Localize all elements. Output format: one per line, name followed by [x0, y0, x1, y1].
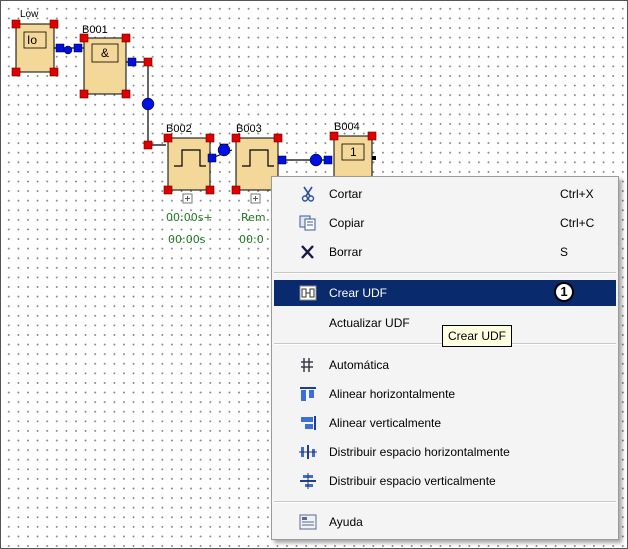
menu-item-label: Ayuda	[329, 515, 363, 529]
block-b003-name: B003	[236, 123, 262, 135]
menu-item-label: Crear UDF	[329, 286, 388, 300]
menu-item-label: Distribuir espacio verticalmente	[329, 474, 496, 488]
distribute-vertical-icon	[300, 473, 316, 489]
menu-item-shortcut: S	[560, 245, 569, 259]
and-symbol: &	[101, 46, 110, 60]
menu-item-align-vertical[interactable]: Alinear verticalmente	[274, 410, 616, 436]
menu-item-label: Alinear verticalmente	[329, 416, 442, 430]
or-symbol: 1	[350, 145, 357, 159]
menu-item-align-horizontal[interactable]: Alinear horizontalmente	[274, 381, 616, 407]
menu-item-label: Copiar	[329, 216, 365, 230]
menu-item-cut[interactable]: Cortar Ctrl+X	[274, 181, 616, 207]
menu-item-delete[interactable]: Borrar S	[274, 239, 616, 265]
block-b001-name: B001	[82, 24, 108, 36]
menu-item-label: Cortar	[329, 187, 363, 201]
auto-layout-icon	[301, 358, 313, 372]
menu-item-automatic[interactable]: Automática	[274, 352, 616, 378]
help-icon	[299, 514, 317, 530]
io-label: Io	[27, 33, 38, 47]
menu-item-label: Actualizar UDF	[329, 316, 410, 330]
menu-item-label: Automática	[329, 358, 390, 372]
b003-param-line1: Rem	[241, 211, 266, 224]
menu-item-shortcut: Ctrl+C	[560, 216, 595, 230]
block-b004-name: B004	[334, 121, 360, 133]
low-label: Low	[20, 9, 39, 20]
menu-separator	[274, 272, 616, 274]
step-number-badge: 1	[554, 282, 574, 302]
menu-item-distribute-horizontal[interactable]: Distribuir espacio horizontalmente	[274, 439, 616, 465]
menu-item-label: Distribuir espacio horizontalmente	[329, 445, 510, 459]
b003-param-line2: 00:0	[239, 233, 264, 246]
block-b002-timer[interactable]	[167, 137, 211, 191]
delete-x-icon	[301, 245, 314, 259]
b002-param-line1: 00:00s+	[166, 211, 213, 224]
menu-item-create-udf[interactable]: Crear UDF 1	[274, 280, 616, 306]
distribute-horizontal-icon	[299, 445, 317, 459]
input-block-io[interactable]	[15, 23, 55, 73]
context-menu: Cortar Ctrl+X Copiar Ctrl+C Borrar S Cre…	[271, 176, 619, 540]
menu-item-label: Alinear horizontalmente	[329, 387, 456, 401]
udf-icon	[299, 285, 317, 301]
b002-param-line2: 00:00s	[168, 233, 206, 246]
expand-icons[interactable]	[182, 193, 261, 204]
block-b002-name: B002	[166, 123, 192, 135]
align-vertical-icon	[301, 416, 316, 430]
menu-item-distribute-vertical[interactable]: Distribuir espacio verticalmente	[274, 468, 616, 494]
scissors-icon	[301, 186, 315, 202]
tooltip: Crear UDF	[442, 325, 513, 347]
copy-icon	[299, 215, 316, 231]
menu-item-shortcut: Ctrl+X	[560, 187, 594, 201]
menu-item-copy[interactable]: Copiar Ctrl+C	[274, 210, 616, 236]
align-horizontal-icon	[300, 387, 316, 401]
menu-item-label: Borrar	[329, 245, 363, 259]
menu-item-help[interactable]: Ayuda	[274, 509, 616, 535]
menu-separator	[274, 501, 616, 503]
